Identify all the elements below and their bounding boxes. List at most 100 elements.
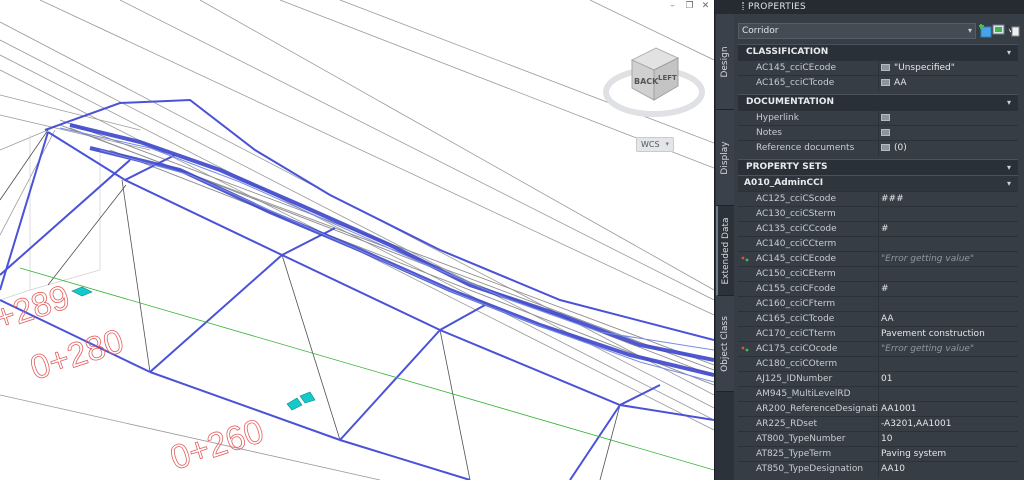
object-type-select[interactable]: Corridor ▾ <box>738 23 976 39</box>
palette-grip-icon[interactable] <box>715 0 735 14</box>
object-type-value: Corridor <box>742 26 779 36</box>
field-icon <box>881 144 890 151</box>
property-row[interactable]: AC135_cciCCcode # <box>738 221 1018 237</box>
palette-title: PROPERTIES <box>748 2 807 12</box>
property-row[interactable]: AC140_cciCCterm <box>738 236 1018 252</box>
field-icon <box>881 114 890 121</box>
section-title: CLASSIFICATION <box>746 47 829 57</box>
property-grid: CLASSIFICATION ▾ AC145_cciCEcode "Unspec… <box>738 44 1018 477</box>
property-row[interactable]: AC170_cciCTterm Pavement construction <box>738 326 1018 342</box>
tab-object-class[interactable]: Object Class <box>716 296 734 392</box>
collapse-icon: ▾ <box>1006 48 1011 57</box>
collapse-icon: ▾ <box>1006 179 1011 188</box>
property-row[interactable]: AT825_TypeTerm Paving system <box>738 446 1018 462</box>
toggle-pickadd-button[interactable] <box>1006 23 1020 38</box>
property-set-group[interactable]: A010_AdminCCI ▾ <box>738 175 1018 191</box>
property-value <box>878 387 1018 402</box>
property-value: Paving system <box>878 447 1018 462</box>
add-selected-objects-button[interactable] <box>978 23 992 38</box>
property-row[interactable]: AC130_cciCSterm <box>738 206 1018 222</box>
property-value: AA <box>878 312 1018 327</box>
property-value: "Unspecified" <box>894 63 955 73</box>
quick-select-button[interactable] <box>992 23 1006 38</box>
viewcube-left-label: LEFT <box>658 74 677 82</box>
model-viewport[interactable]: 0+289 0+280 0+260 – ❐ ✕ BACK LEFT WCS ▾ <box>0 0 714 480</box>
chevron-down-icon: ▾ <box>967 26 972 35</box>
property-name: AC175_cciCOcode <box>756 344 838 354</box>
property-name: AC145_cciCEcode <box>756 254 837 264</box>
property-row[interactable]: AT800_TypeNumber 10 <box>738 431 1018 447</box>
tab-extended-data[interactable]: Extended Data <box>716 206 734 296</box>
property-name: AT850_TypeDesignation <box>756 464 864 474</box>
property-value: -A3201,AA1001 <box>878 417 1018 432</box>
property-name: AC155_cciCFcode <box>756 284 836 294</box>
property-row[interactable]: Reference documents (0) <box>738 140 1018 156</box>
palette-title-bar[interactable]: PROPERTIES <box>734 0 1024 14</box>
property-name: AT800_TypeNumber <box>756 434 846 444</box>
property-row[interactable]: AC155_cciCFcode # <box>738 281 1018 297</box>
property-row[interactable]: Notes <box>738 125 1018 141</box>
property-value <box>878 357 1018 372</box>
properties-palette: PROPERTIES Corridor ▾ CLASSIFICATION ▾ A… <box>734 0 1024 480</box>
property-name: AC170_cciCTterm <box>756 329 836 339</box>
chevron-down-icon: ▾ <box>665 140 669 148</box>
field-icon <box>881 64 890 71</box>
property-name: AC130_cciCSterm <box>756 209 836 219</box>
property-row[interactable]: AC165_cciCTcode AA <box>738 311 1018 327</box>
minimize-icon[interactable]: – <box>668 2 677 11</box>
section-classification[interactable]: CLASSIFICATION ▾ <box>738 44 1018 60</box>
tab-design[interactable]: Design <box>716 14 734 110</box>
property-name: Notes <box>756 128 782 138</box>
property-value: ### <box>878 192 1018 207</box>
property-name: AT825_TypeTerm <box>756 449 832 459</box>
station-label-0: 0+289 <box>0 278 74 344</box>
viewcube-back-label: BACK <box>634 77 659 86</box>
wcs-menu-button[interactable]: WCS ▾ <box>636 137 674 152</box>
property-row[interactable]: AR200_ReferenceDesignation AA1001 <box>738 401 1018 417</box>
property-name: AC135_cciCCcode <box>756 224 837 234</box>
property-name: AC145_cciCEcode <box>756 63 837 73</box>
property-value: "Error getting value" <box>878 252 1018 267</box>
property-name: Hyperlink <box>756 113 799 123</box>
property-name: AC165_cciCTcode <box>756 314 835 324</box>
pickadd-icon <box>1006 24 1020 37</box>
section-property-sets[interactable]: PROPERTY SETS ▾ <box>738 159 1018 175</box>
add-selection-icon <box>979 24 992 38</box>
property-row[interactable]: Hyperlink <box>738 110 1018 126</box>
property-name: AC125_cciCScode <box>756 194 837 204</box>
property-row[interactable]: AC180_cciCOterm <box>738 356 1018 372</box>
property-row[interactable]: AC125_cciCScode ### <box>738 191 1018 207</box>
section-documentation[interactable]: DOCUMENTATION ▾ <box>738 94 1018 110</box>
property-row[interactable]: AM945_MultiLevelRD <box>738 386 1018 402</box>
property-name: AC180_cciCOterm <box>756 359 838 369</box>
property-row[interactable]: AT850_TypeDesignation AA10 <box>738 461 1018 477</box>
property-value: 01 <box>878 372 1018 387</box>
property-set-name: A010_AdminCCI <box>744 178 824 188</box>
property-value: AA10 <box>878 462 1018 477</box>
property-row[interactable]: AR225_RDset -A3201,AA1001 <box>738 416 1018 432</box>
property-value: AA1001 <box>878 402 1018 417</box>
close-icon[interactable]: ✕ <box>701 2 710 11</box>
property-name: AC165_cciCTcode <box>756 78 835 88</box>
property-row[interactable]: AC160_cciCFterm <box>738 296 1018 312</box>
property-name: AR225_RDset <box>756 419 818 429</box>
property-value: # <box>878 282 1018 297</box>
warning-marker-icon <box>741 256 749 262</box>
field-icon <box>881 129 890 136</box>
palette-tab-strip: Design Display Extended Data Object Clas… <box>714 0 735 480</box>
property-row[interactable]: AC175_cciCOcode "Error getting value" <box>738 341 1018 357</box>
property-row[interactable]: AC150_cciCEterm <box>738 266 1018 282</box>
property-row[interactable]: AC165_cciCTcode AA <box>738 75 1018 91</box>
property-value <box>878 237 1018 252</box>
viewcube[interactable]: BACK LEFT <box>598 30 710 130</box>
property-value: 10 <box>878 432 1018 447</box>
property-row[interactable]: AC145_cciCEcode "Error getting value" <box>738 251 1018 267</box>
section-title: DOCUMENTATION <box>746 97 835 107</box>
grip-icon <box>742 2 744 10</box>
property-row[interactable]: AC145_cciCEcode "Unspecified" <box>738 60 1018 76</box>
property-row[interactable]: AJ125_IDNumber 01 <box>738 371 1018 387</box>
property-value: Pavement construction <box>878 327 1018 342</box>
restore-icon[interactable]: ❐ <box>685 2 694 11</box>
tab-display[interactable]: Display <box>716 110 734 206</box>
station-label-1: 0+280 <box>26 322 129 388</box>
